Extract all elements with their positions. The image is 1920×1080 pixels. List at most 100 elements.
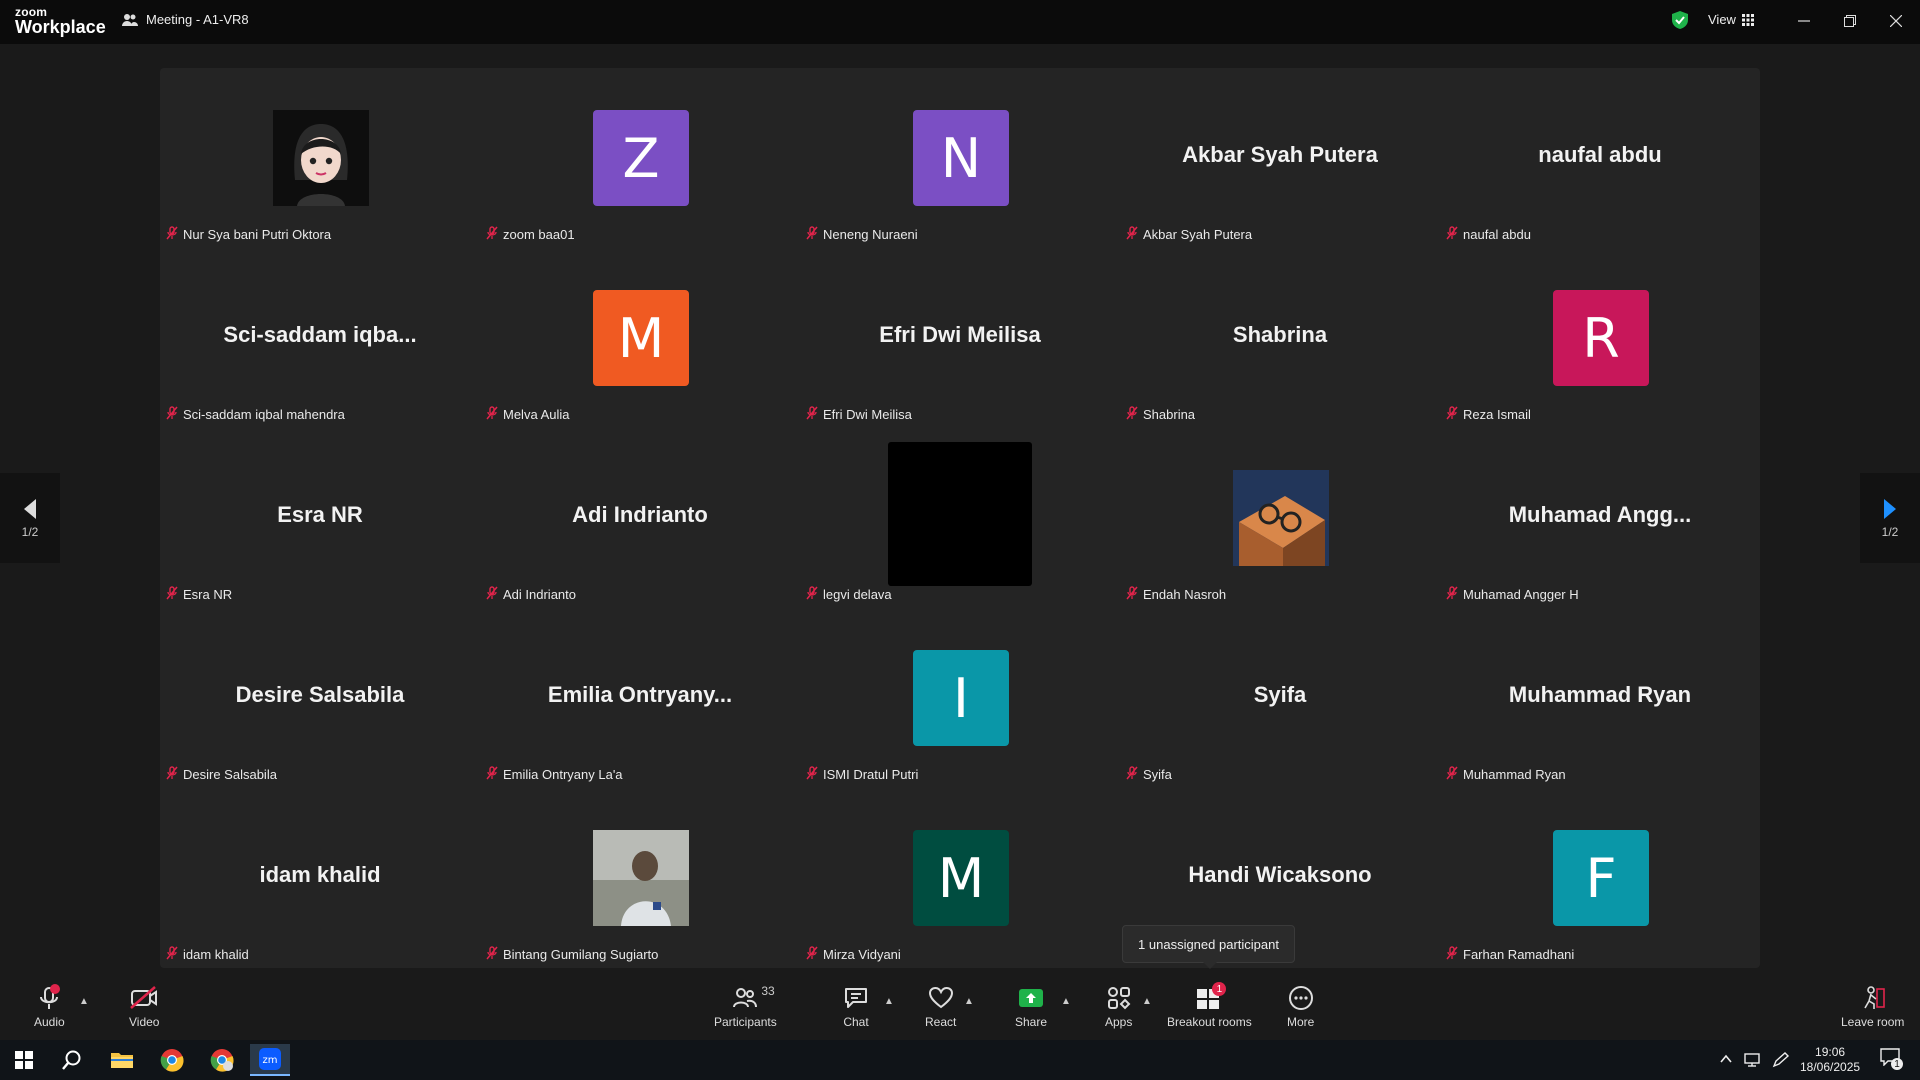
participant-tile[interactable]: Syifa Syifa	[1120, 608, 1440, 788]
muted-mic-icon	[486, 946, 498, 963]
participant-tile[interactable]: Muhammad Ryan Muhammad Ryan	[1440, 608, 1760, 788]
participant-name: Bintang Gumilang Sugiarto	[503, 947, 659, 962]
participant-name: Akbar Syah Putera	[1143, 227, 1253, 242]
view-button[interactable]: View	[1708, 12, 1754, 27]
chrome-profile-taskbar[interactable]	[202, 1044, 242, 1076]
participant-tile[interactable]: Akbar Syah Putera Akbar Syah Putera	[1120, 68, 1440, 248]
participant-tile[interactable]: idam khalid idam khalid	[160, 788, 480, 968]
react-button[interactable]: React	[925, 984, 956, 1029]
participant-name-label: Reza Ismail	[1446, 406, 1531, 423]
participant-name-label: Bintang Gumilang Sugiarto	[486, 946, 658, 963]
grid-icon	[1741, 13, 1754, 26]
notification-count: 1	[1891, 1058, 1903, 1070]
muted-mic-icon	[486, 226, 498, 243]
restore-button[interactable]	[1836, 8, 1864, 34]
apps-button[interactable]: Apps	[1105, 984, 1132, 1029]
system-clock[interactable]: 19:06 18/06/2025	[1800, 1045, 1860, 1075]
participants-count: 33	[761, 984, 775, 998]
minimize-button[interactable]	[1790, 8, 1818, 34]
muted-mic-icon	[1446, 766, 1458, 783]
breakout-rooms-button[interactable]: 1 Breakout rooms	[1167, 982, 1252, 1029]
participant-tile[interactable]: Shabrina Shabrina	[1120, 248, 1440, 428]
meeting-title[interactable]: Meeting - A1-VR8	[122, 12, 249, 27]
next-page-button[interactable]: 1/2	[1860, 473, 1920, 563]
chat-button[interactable]: Chat	[843, 984, 869, 1029]
participant-display-name: naufal abdu	[1538, 142, 1662, 167]
close-button[interactable]	[1882, 8, 1910, 34]
participant-name-label: Muhamad Angger H	[1446, 586, 1579, 603]
more-button[interactable]: More	[1287, 984, 1314, 1029]
participant-tile[interactable]: Adi Indrianto Adi Indrianto	[480, 428, 800, 608]
encryption-shield-icon[interactable]	[1671, 10, 1689, 30]
participant-tile[interactable]: Bintang Gumilang Sugiarto	[480, 788, 800, 968]
participant-name: idam khalid	[183, 947, 249, 962]
chat-options-caret[interactable]: ▲	[884, 996, 894, 1007]
muted-mic-icon	[1126, 766, 1138, 783]
participant-tile[interactable]: Sci-saddam iqba... Sci-saddam iqbal mahen…	[160, 248, 480, 428]
participant-tile[interactable]: Efri Dwi Meilisa Efri Dwi Meilisa	[800, 248, 1120, 428]
participant-tile[interactable]: Esra NR Esra NR	[160, 428, 480, 608]
audio-options-caret[interactable]: ▲	[79, 996, 89, 1007]
participant-tile[interactable]: Zzoom baa01	[480, 68, 800, 248]
muted-mic-icon	[166, 586, 178, 603]
video-off-icon	[130, 986, 158, 1009]
participant-tile[interactable]: M Mirza Vidyani	[800, 788, 1120, 968]
video-button[interactable]: Video	[129, 984, 159, 1029]
previous-page-button[interactable]: 1/2	[0, 473, 60, 563]
network-icon[interactable]	[1744, 1052, 1762, 1068]
leave-room-label: Leave room	[1841, 1015, 1905, 1029]
muted-mic-icon	[166, 946, 178, 963]
gallery-grid: Nur Sya bani Putri Oktora Zzoom baa01 N Nen…	[160, 68, 1760, 968]
participant-tile[interactable]: Nur Sya bani Putri Oktora	[160, 68, 480, 248]
chrome-taskbar[interactable]	[152, 1044, 192, 1076]
participant-tile[interactable]: Endah Nasroh	[1120, 428, 1440, 608]
react-label: React	[925, 1015, 957, 1029]
participant-tile[interactable]: I ISMI Dratul Putri	[800, 608, 1120, 788]
close-icon	[1890, 15, 1902, 27]
pen-icon[interactable]	[1772, 1052, 1790, 1068]
zoom-taskbar[interactable]: zm	[250, 1044, 290, 1076]
apps-label: Apps	[1105, 1015, 1133, 1029]
participant-tile[interactable]: legvi delava	[800, 428, 1120, 608]
participant-tile[interactable]: M Melva Aulia	[480, 248, 800, 428]
muted-mic-icon	[1126, 406, 1138, 423]
share-options-caret[interactable]: ▲	[1061, 996, 1071, 1007]
avatar: N	[913, 110, 1009, 206]
participant-tile[interactable]: R Reza Ismail	[1440, 248, 1760, 428]
participant-name-label: Desire Salsabila	[166, 766, 277, 783]
participant-display-name: Shabrina	[1232, 322, 1328, 347]
tray-chevron-icon[interactable]	[1720, 1054, 1732, 1064]
audio-button[interactable]: Audio	[34, 984, 65, 1029]
more-label: More	[1287, 1015, 1315, 1029]
participant-tile[interactable]: Emilia Ontryany... Emilia Ontryany La'a	[480, 608, 800, 788]
participant-name: Sci-saddam iqbal mahendra	[183, 407, 345, 422]
video-label: Video	[129, 1015, 160, 1029]
start-button[interactable]	[4, 1044, 44, 1076]
participant-name: Reza Ismail	[1463, 407, 1531, 422]
search-icon	[62, 1050, 81, 1070]
muted-mic-icon	[806, 946, 818, 963]
participant-name: Nur Sya bani Putri Oktora	[183, 227, 332, 242]
audio-label: Audio	[34, 1015, 65, 1029]
participant-tile[interactable]: F Farhan Ramadhani	[1440, 788, 1760, 968]
muted-mic-icon	[806, 406, 818, 423]
participant-tile[interactable]: Muhamad Angg... Muhamad Angger H	[1440, 428, 1760, 608]
page-indicator-left: 1/2	[21, 525, 39, 539]
apps-options-caret[interactable]: ▲	[1142, 996, 1152, 1007]
participant-tile[interactable]: Desire Salsabila Desire Salsabila	[160, 608, 480, 788]
muted-mic-icon	[806, 586, 818, 603]
avatar: M	[913, 830, 1009, 926]
notifications-button[interactable]: 1	[1880, 1048, 1904, 1072]
react-options-caret[interactable]: ▲	[964, 996, 974, 1007]
participant-tile[interactable]: naufal abdu naufal abdu	[1440, 68, 1760, 248]
avatar: R	[1553, 290, 1649, 386]
search-taskbar-button[interactable]	[52, 1044, 92, 1076]
share-button[interactable]: Share	[1015, 984, 1047, 1029]
participants-button[interactable]: 33 Participants	[714, 984, 777, 1029]
participant-tile[interactable]: N Neneng Nuraeni	[800, 68, 1120, 248]
leave-room-button[interactable]: Leave room	[1841, 984, 1904, 1029]
file-explorer-taskbar[interactable]	[102, 1044, 142, 1076]
participant-name-label: Nur Sya bani Putri Oktora	[166, 226, 331, 243]
avatar-photo	[273, 110, 369, 206]
participant-name-label: Mirza Vidyani	[806, 946, 901, 963]
